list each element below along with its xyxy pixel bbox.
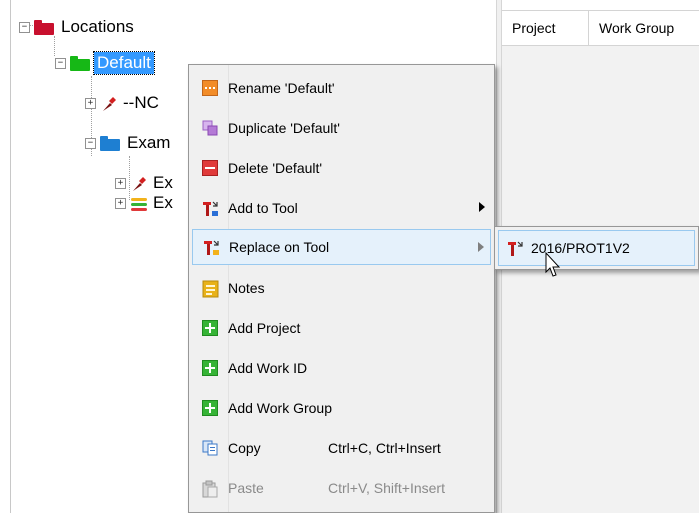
menu-item-replace-on-tool[interactable]: Replace on Tool: [192, 229, 491, 265]
menu-item-add-project[interactable]: Add Project: [192, 310, 491, 346]
duplicate-icon: [202, 120, 218, 136]
menu-item-copy[interactable]: Copy Ctrl+C, Ctrl+Insert: [192, 430, 491, 466]
notes-icon: [202, 280, 219, 298]
paste-icon: [202, 480, 218, 498]
menu-item-label: Notes: [228, 280, 265, 296]
tree-node-ex-layers[interactable]: + Ex: [115, 189, 176, 217]
menu-item-shortcut: Ctrl+V, Shift+Insert: [328, 480, 445, 496]
expand-toggle[interactable]: +: [85, 97, 96, 109]
delete-icon: [202, 160, 218, 176]
menu-item-delete[interactable]: Delete 'Default': [192, 150, 491, 186]
menu-item-add-work-group[interactable]: Add Work Group: [192, 390, 491, 426]
menu-item-label: Rename 'Default': [228, 80, 335, 96]
menu-item-add-to-tool[interactable]: Add to Tool: [192, 190, 491, 226]
menu-item-shortcut: Ctrl+C, Ctrl+Insert: [328, 440, 441, 456]
submenu-replace-on-tool: 2016/PROT1V2: [494, 226, 699, 270]
layers-icon: [130, 195, 147, 211]
menu-item-label: Copy: [228, 440, 261, 456]
plus-icon: [202, 320, 218, 336]
folder-icon: [34, 19, 54, 35]
tool-icon: [100, 95, 116, 111]
menu-item-label: Add to Tool: [228, 200, 298, 216]
tree-node-exam[interactable]: − Exam: [85, 129, 173, 157]
submenu-item-tool[interactable]: 2016/PROT1V2: [498, 230, 695, 266]
menu-item-add-work-id[interactable]: Add Work ID: [192, 350, 491, 386]
mouse-cursor-icon: [545, 252, 561, 277]
copy-icon: [202, 440, 218, 456]
menu-item-rename[interactable]: Rename 'Default': [192, 70, 491, 106]
plus-icon: [202, 360, 218, 376]
tree-node-label: Locations: [61, 17, 134, 36]
grid-body: [502, 46, 699, 513]
menu-item-label: Delete 'Default': [228, 160, 323, 176]
collapse-toggle[interactable]: −: [85, 137, 96, 149]
tree-node-nc[interactable]: + --NC: [85, 89, 162, 117]
submenu-arrow-icon: [478, 242, 484, 252]
context-menu: Rename 'Default' Duplicate 'Default' Del…: [188, 64, 495, 513]
submenu-arrow-icon: [479, 202, 485, 212]
tool-icon: [507, 240, 523, 256]
tree-node-default[interactable]: − Default: [55, 49, 155, 77]
menu-item-paste[interactable]: Paste Ctrl+V, Shift+Insert: [192, 470, 491, 506]
add-tool-icon: [202, 200, 218, 216]
folder-icon: [100, 135, 120, 151]
menu-item-label: Duplicate 'Default': [228, 120, 340, 136]
tree-node-label: Default: [93, 51, 155, 75]
menu-item-label: Add Work ID: [228, 360, 308, 376]
expand-toggle[interactable]: +: [115, 177, 126, 189]
column-header-work-group[interactable]: Work Group: [589, 11, 699, 45]
menu-item-label: Add Project: [228, 320, 301, 336]
tree-node-label: Ex: [153, 193, 173, 212]
collapse-toggle[interactable]: −: [19, 21, 30, 33]
rename-icon: [202, 80, 218, 96]
plus-icon: [202, 400, 218, 416]
menu-item-notes[interactable]: Notes: [192, 270, 491, 306]
menu-item-label: Replace on Tool: [229, 239, 330, 255]
column-header-project[interactable]: Project: [502, 11, 589, 45]
grid-header: Project Work Group: [502, 10, 699, 46]
menu-item-label: Paste: [228, 480, 264, 496]
expand-toggle[interactable]: +: [115, 197, 126, 209]
menu-item-duplicate[interactable]: Duplicate 'Default': [192, 110, 491, 146]
tree-node-locations[interactable]: − Locations: [19, 13, 137, 41]
tree-node-label: Exam: [127, 133, 171, 152]
replace-tool-icon: [203, 239, 219, 255]
collapse-toggle[interactable]: −: [55, 57, 66, 69]
tree-node-label: --NC: [123, 93, 159, 112]
folder-icon: [70, 55, 90, 71]
menu-item-label: Add Work Group: [228, 400, 333, 416]
